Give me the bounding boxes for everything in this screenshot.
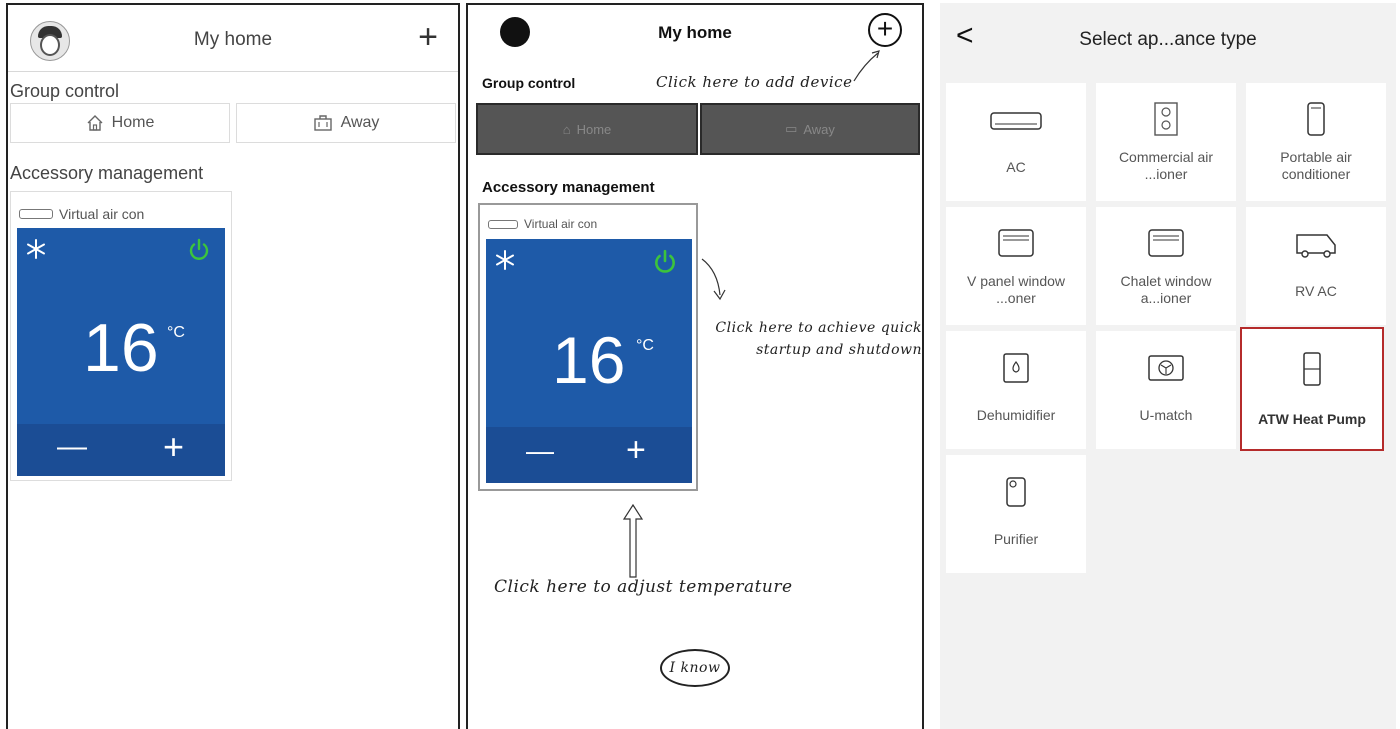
device-control-panel: 16 °C — + — [17, 228, 225, 476]
device-card[interactable]: Virtual air con 16 °C — + — [10, 191, 232, 481]
i-know-label: I know — [669, 660, 721, 676]
temperature-hint: Click here to adjust temperature — [494, 577, 793, 597]
away-mode-label: Away — [803, 121, 835, 137]
home-screen: My home + Group control Home Away Access… — [6, 3, 460, 729]
rv-icon — [1296, 234, 1336, 258]
snowflake-icon — [496, 250, 514, 270]
power-hint: Click here to achieve quick startup and … — [715, 320, 922, 358]
page-title: My home — [658, 23, 732, 42]
appliance-label: Portable air conditioner — [1280, 149, 1352, 182]
decrease-temperature-button[interactable]: — — [57, 430, 87, 464]
appliance-tile-v-panel-window-ac[interactable]: V panel window ...oner — [946, 207, 1086, 325]
temperature-controls: — + — [486, 427, 692, 483]
appliance-label: AC — [1006, 159, 1026, 175]
page-title: Select ap...ance type — [1079, 29, 1257, 50]
appliance-tile-dehumidifier[interactable]: Dehumidifier — [946, 331, 1086, 449]
u-match-icon — [1148, 355, 1184, 381]
appliance-tile-ac[interactable]: AC — [946, 83, 1086, 201]
away-mode-button[interactable]: Away — [236, 103, 456, 143]
home-mode-button[interactable]: ⌂ Home — [476, 103, 698, 155]
device-name: Virtual air con — [19, 206, 144, 222]
device-control-panel: 16 °C — + — [486, 239, 692, 483]
air-conditioner-icon — [19, 209, 53, 219]
select-appliance-screen: < Select ap...ance type AC Commercial ai… — [940, 3, 1396, 729]
appliance-label: ATW Heat Pump — [1258, 411, 1366, 427]
ac-icon — [990, 112, 1042, 130]
accessory-management-heading: Accessory management — [482, 179, 655, 196]
appliance-label: Purifier — [993, 531, 1039, 547]
appliance-label: Chalet window a...ioner — [1120, 273, 1212, 306]
home-mode-label: Home — [576, 121, 612, 137]
window-ac-icon — [1148, 229, 1184, 257]
device-card[interactable]: Virtual air con 16 °C — + — [478, 203, 698, 491]
commercial-ac-icon — [1154, 102, 1178, 136]
add-device-button[interactable]: + — [868, 13, 902, 47]
appliance-tile-purifier[interactable]: Purifier — [946, 455, 1086, 573]
home-mode-button[interactable]: Home — [10, 103, 230, 143]
home-mode-label: Home — [111, 114, 155, 131]
heat-pump-icon — [1303, 352, 1321, 386]
house-icon: ⌂ — [562, 121, 571, 137]
device-name-label: Virtual air con — [59, 206, 145, 222]
appliance-tile-commercial-ac[interactable]: Commercial air ...ioner — [1096, 83, 1236, 201]
header: < Select ap...ance type — [940, 3, 1396, 73]
tutorial-overlay-screen: My home + Group control Click here to ad… — [466, 3, 924, 729]
away-mode-label: Away — [340, 114, 380, 131]
power-button[interactable] — [187, 238, 211, 262]
appliance-label: U-match — [1139, 407, 1193, 423]
appliance-label: Dehumidifier — [976, 407, 1056, 423]
portable-ac-icon — [1307, 102, 1325, 136]
purifier-icon — [1006, 477, 1026, 507]
appliance-tile-atw-heat-pump[interactable]: ATW Heat Pump — [1240, 327, 1384, 451]
away-mode-button[interactable]: ▭ Away — [700, 103, 920, 155]
appliance-tile-chalet-window-ac[interactable]: Chalet window a...ioner — [1096, 207, 1236, 325]
appliance-label: RV AC — [1295, 283, 1337, 299]
dehumidifier-icon — [1003, 353, 1029, 383]
window-ac-icon — [998, 229, 1034, 257]
suitcase-icon — [313, 115, 332, 131]
group-control-heading: Group control — [10, 81, 120, 101]
temperature-unit: °C — [167, 324, 185, 341]
house-icon — [87, 115, 103, 131]
air-conditioner-icon — [488, 219, 518, 229]
snowflake-icon — [27, 239, 45, 259]
decrease-temperature-button[interactable]: — — [526, 435, 554, 467]
temperature-value: 16 — [552, 323, 626, 397]
appliance-tile-u-match[interactable]: U-match — [1096, 331, 1236, 449]
appliance-label: V panel window ...oner — [966, 273, 1066, 306]
temperature-unit: °C — [636, 337, 654, 354]
power-button[interactable] — [652, 249, 678, 275]
group-control-heading: Group control — [482, 75, 576, 91]
accessory-management-heading: Accessory management — [10, 163, 204, 183]
device-name-label: Virtual air con — [524, 217, 598, 231]
device-name: Virtual air con — [488, 217, 597, 231]
appliance-tile-portable-ac[interactable]: Portable air conditioner — [1246, 83, 1386, 201]
arrow-to-power-icon — [701, 258, 726, 301]
i-know-button[interactable]: I know — [660, 649, 730, 687]
appliance-tile-rv-ac[interactable]: RV AC — [1246, 207, 1386, 325]
suitcase-icon: ▭ — [785, 121, 798, 136]
page-title: My home — [193, 29, 273, 50]
temperature-value: 16 — [83, 310, 159, 386]
temperature-controls: — + — [17, 424, 225, 476]
add-device-hint: Click here to add device — [656, 73, 853, 91]
arrow-to-add-icon — [853, 50, 880, 82]
header: My home + — [8, 5, 458, 72]
appliance-label: Commercial air ...ioner — [1118, 149, 1214, 182]
add-device-button[interactable]: + — [418, 19, 438, 55]
increase-temperature-button[interactable]: + — [163, 426, 184, 468]
arrow-to-temperature-icon — [622, 503, 644, 578]
increase-temperature-button[interactable]: + — [626, 431, 646, 470]
